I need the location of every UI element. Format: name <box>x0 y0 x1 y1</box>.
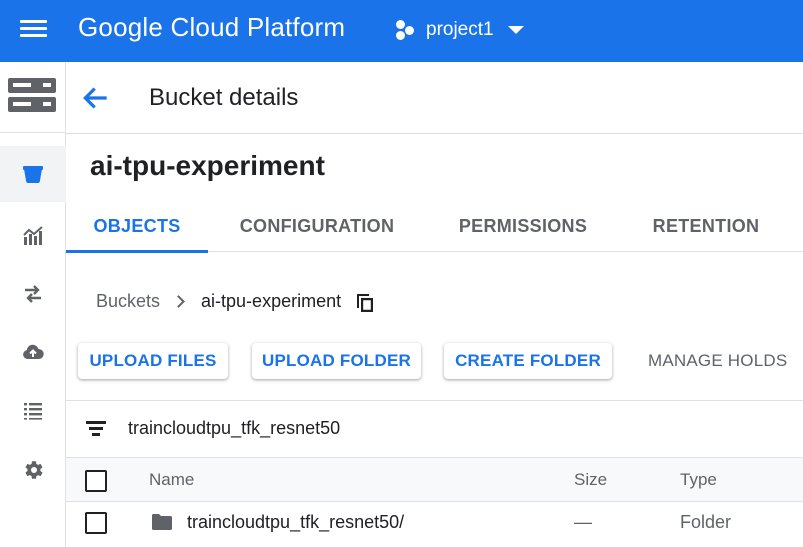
monitoring-icon <box>23 226 43 245</box>
chevron-right-icon <box>172 294 185 308</box>
select-all-checkbox[interactable] <box>85 470 107 492</box>
column-header-size[interactable]: Size <box>574 470 607 490</box>
project-selector[interactable]: project1 <box>394 14 524 46</box>
tab-configuration[interactable]: CONFIGURATION <box>228 200 406 252</box>
manage-holds-button[interactable]: MANAGE HOLDS <box>648 343 803 379</box>
page-title: Bucket details <box>149 84 299 111</box>
upload-files-button[interactable]: UPLOAD FILES <box>78 343 228 379</box>
caret-down-icon <box>507 26 524 34</box>
breadcrumb-buckets[interactable]: Buckets <box>96 291 160 312</box>
tab-objects[interactable]: OBJECTS <box>66 200 208 253</box>
filter-bar: traincloudtpu_tfk_resnet50 <box>66 400 803 458</box>
nav-transfer[interactable] <box>0 266 66 322</box>
object-name-link[interactable]: traincloudtpu_tfk_resnet50/ <box>187 512 404 533</box>
column-header-name[interactable]: Name <box>149 470 194 490</box>
filter-icon[interactable] <box>86 421 106 437</box>
breadcrumb: Buckets ai-tpu-experiment <box>96 288 375 314</box>
nav-list[interactable] <box>0 382 66 438</box>
project-name: project1 <box>426 19 494 40</box>
breadcrumb-current: ai-tpu-experiment <box>201 290 342 311</box>
app-title[interactable]: Google Cloud Platform <box>78 12 345 43</box>
transfer-icon <box>25 285 41 303</box>
create-folder-button[interactable]: CREATE FOLDER <box>444 343 612 379</box>
arrow-back-icon[interactable] <box>80 82 112 114</box>
project-dots-icon <box>394 18 418 42</box>
top-app-bar: Google Cloud Platform project1 <box>0 0 803 62</box>
list-icon <box>24 403 42 420</box>
tab-retention[interactable]: RETENTION <box>638 200 774 252</box>
object-type: Folder <box>680 512 732 532</box>
upload-folder-button[interactable]: UPLOAD FOLDER <box>252 343 421 379</box>
menu-icon[interactable] <box>14 14 54 44</box>
row-checkbox[interactable] <box>85 512 107 534</box>
gear-icon <box>25 461 43 479</box>
table-row: traincloudtpu_tfk_resnet50/ — Folder <box>66 502 803 547</box>
filter-input[interactable]: traincloudtpu_tfk_resnet50 <box>128 418 340 439</box>
object-size: — <box>574 512 592 532</box>
copy-icon[interactable] <box>355 290 375 312</box>
tab-permissions[interactable]: PERMISSIONS <box>446 200 600 252</box>
bucket-icon <box>23 166 43 184</box>
storage-icon[interactable] <box>8 78 56 114</box>
nav-monitoring[interactable] <box>0 208 66 264</box>
bucket-name: ai-tpu-experiment <box>90 150 325 181</box>
folder-icon <box>152 514 172 530</box>
nav-browser[interactable] <box>0 146 66 202</box>
rail-divider <box>0 132 66 133</box>
nav-upload[interactable] <box>0 324 66 380</box>
page-header: Bucket details <box>66 62 803 134</box>
table-header: Name Size Type <box>66 458 803 502</box>
nav-settings[interactable] <box>0 442 66 498</box>
cloud-upload-icon <box>23 344 44 359</box>
column-header-type[interactable]: Type <box>680 470 717 490</box>
left-nav-rail <box>0 62 66 547</box>
tab-bar: OBJECTS CONFIGURATION PERMISSIONS RETENT… <box>66 200 803 253</box>
